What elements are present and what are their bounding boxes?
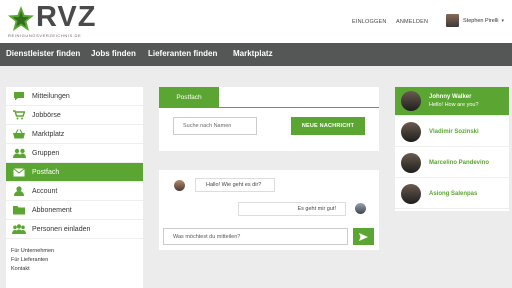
tab-divider bbox=[159, 107, 379, 108]
sidebar-item-label: Abbonement bbox=[32, 206, 72, 214]
sidebar-item-personen-einladen[interactable]: Personen einladen bbox=[6, 220, 143, 239]
contact-list: Johnny Walker Hello! How are you? Vladim… bbox=[395, 87, 509, 211]
nav-item-jobs[interactable]: Jobs finden bbox=[91, 49, 136, 58]
folder-icon bbox=[12, 205, 26, 215]
sidebar-item-label: Jobbörse bbox=[32, 111, 61, 119]
sidebar-item-marktplatz[interactable]: Marktplatz bbox=[6, 125, 143, 144]
sidebar-item-label: Postfach bbox=[32, 168, 60, 176]
send-button[interactable] bbox=[353, 228, 374, 245]
sidebar-item-label: Account bbox=[32, 187, 58, 195]
nav-item-dienstleister[interactable]: Dienstleister finden bbox=[6, 49, 80, 58]
sidebar-item-gruppen[interactable]: Gruppen bbox=[6, 144, 143, 163]
basket-icon bbox=[12, 129, 26, 139]
contact-name: Vladimir Sozinski bbox=[429, 129, 479, 135]
contact-item-asiong-salenpas[interactable]: Asiong Salenpas bbox=[395, 180, 509, 209]
contact-item-marcelino-pandevino[interactable]: Marcelino Pandevino bbox=[395, 149, 509, 178]
avatar bbox=[174, 180, 185, 191]
send-icon bbox=[359, 232, 368, 241]
chat-icon bbox=[12, 91, 26, 101]
nav-item-lieferanten[interactable]: Lieferanten finden bbox=[148, 49, 217, 58]
logo-text: RVZ bbox=[36, 1, 97, 33]
new-message-button[interactable]: NEUE NACHRICHT bbox=[291, 117, 365, 135]
sidebar-item-label: Personen einladen bbox=[32, 225, 91, 233]
avatar bbox=[355, 203, 366, 214]
contact-name: Asiong Salenpas bbox=[429, 191, 478, 197]
sidebar: Mitteilungen Jobbörse Marktplatz Gruppen… bbox=[6, 87, 143, 288]
mail-icon bbox=[12, 167, 26, 177]
main-nav: Dienstleister finden Jobs finden Liefera… bbox=[0, 43, 512, 66]
sidebar-item-jobboerse[interactable]: Jobbörse bbox=[6, 106, 143, 125]
avatar bbox=[401, 153, 421, 173]
contact-name: Johnny Walker bbox=[429, 94, 472, 100]
avatar bbox=[446, 14, 459, 27]
people-icon bbox=[12, 224, 26, 234]
logo-subtitle: REINIGUNGSVERZEICHNIS.DE bbox=[8, 33, 82, 38]
sidebar-item-label: Marktplatz bbox=[32, 130, 65, 138]
login-link[interactable]: EINLOGGEN bbox=[352, 19, 387, 25]
message-input[interactable]: Was möchtest du mitteilen? bbox=[163, 228, 348, 245]
footer-link-unternehmen[interactable]: Für Unternehmen bbox=[11, 248, 54, 254]
user-name: Stephen Pirelli bbox=[463, 17, 499, 24]
message-incoming: Hallo! Wie geht es dir? bbox=[195, 178, 275, 192]
logo[interactable]: RVZ REINIGUNGSVERZEICHNIS.DE bbox=[6, 1, 110, 40]
contact-item-vladimir-sozinski[interactable]: Vladimir Sozinski bbox=[395, 118, 509, 147]
sidebar-item-account[interactable]: Account bbox=[6, 182, 143, 201]
chevron-down-icon: ▾ bbox=[501, 17, 504, 24]
sidebar-item-label: Mitteilungen bbox=[32, 92, 70, 100]
contact-last-message: Hello! How are you? bbox=[429, 102, 479, 108]
footer-link-lieferanten[interactable]: Für Lieferanten bbox=[11, 257, 48, 263]
group-icon bbox=[12, 148, 26, 158]
star-logo-icon bbox=[8, 6, 34, 31]
sidebar-item-mitteilungen[interactable]: Mitteilungen bbox=[6, 87, 143, 106]
header: RVZ REINIGUNGSVERZEICHNIS.DE EINLOGGEN A… bbox=[0, 0, 512, 43]
user-icon bbox=[12, 186, 26, 196]
chat-panel: Hallo! Wie geht es dir? Es geht mir gut!… bbox=[159, 170, 379, 250]
cart-icon bbox=[12, 110, 26, 120]
register-link[interactable]: ANMELDEN bbox=[396, 19, 428, 25]
avatar bbox=[401, 184, 421, 204]
contact-item-johnny-walker[interactable]: Johnny Walker Hello! How are you? bbox=[395, 87, 509, 116]
sidebar-item-label: Gruppen bbox=[32, 149, 60, 157]
avatar bbox=[401, 91, 421, 111]
contact-name: Marcelino Pandevino bbox=[429, 160, 490, 166]
user-menu[interactable]: Stephen Pirelli ▾ bbox=[446, 14, 504, 27]
search-input[interactable]: Suche nach Namen bbox=[173, 117, 257, 135]
message-outgoing: Es geht mir gut! bbox=[238, 202, 346, 216]
tab-postfach[interactable]: Postfach bbox=[159, 87, 219, 107]
postfach-panel: Postfach Suche nach Namen NEUE NACHRICHT bbox=[159, 87, 379, 151]
sidebar-item-abbonement[interactable]: Abbonement bbox=[6, 201, 143, 220]
sidebar-item-postfach[interactable]: Postfach bbox=[6, 163, 143, 182]
footer-link-kontakt[interactable]: Kontakt bbox=[11, 266, 30, 272]
avatar bbox=[401, 122, 421, 142]
nav-item-marktplatz[interactable]: Marktplatz bbox=[233, 49, 273, 58]
